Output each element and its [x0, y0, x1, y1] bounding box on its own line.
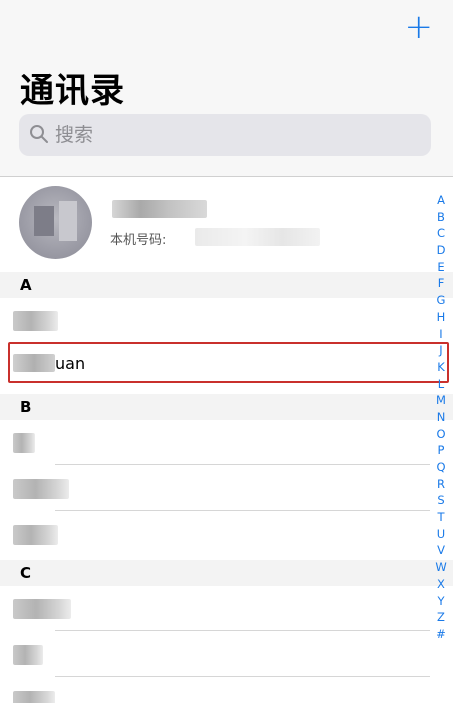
index-letter-v[interactable]: V [432, 542, 450, 559]
my-number-redacted [195, 228, 320, 246]
contact-row[interactable] [0, 679, 430, 703]
index-letter-y[interactable]: Y [432, 593, 450, 610]
search-bar[interactable] [19, 114, 431, 156]
index-letter-j[interactable]: J [432, 342, 450, 359]
index-letter-w[interactable]: W [432, 559, 450, 576]
index-letter-f[interactable]: F [432, 275, 450, 292]
contact-row[interactable] [0, 299, 430, 343]
index-letter-h[interactable]: H [432, 309, 450, 326]
contact-name-redacted [13, 311, 58, 331]
index-letter-hash[interactable]: # [432, 626, 450, 643]
alphabet-index-bar[interactable]: A B C D E F G H I J K L M N O P Q R S T … [432, 192, 450, 643]
section-header-b: B [0, 394, 453, 420]
index-letter-q[interactable]: Q [432, 459, 450, 476]
avatar [19, 186, 92, 259]
my-number-label: 本机号码: [110, 233, 167, 248]
contact-name-redacted [13, 599, 71, 619]
index-letter-k[interactable]: K [432, 359, 450, 376]
my-name-redacted [112, 200, 207, 218]
contact-row[interactable] [0, 587, 430, 631]
section-header-a: A [0, 272, 453, 298]
contact-row[interactable] [0, 633, 430, 677]
index-letter-p[interactable]: P [432, 442, 450, 459]
contact-row[interactable] [0, 467, 430, 511]
search-input[interactable] [55, 114, 415, 156]
index-letter-s[interactable]: S [432, 492, 450, 509]
contact-name-redacted [13, 645, 43, 665]
index-letter-z[interactable]: Z [432, 609, 450, 626]
index-letter-m[interactable]: M [432, 392, 450, 409]
section-header-c: C [0, 560, 453, 586]
index-letter-g[interactable]: G [432, 292, 450, 309]
index-letter-r[interactable]: R [432, 476, 450, 493]
contact-name-redacted [13, 691, 55, 703]
my-card[interactable]: 本机号码: [0, 178, 420, 268]
index-letter-b[interactable]: B [432, 209, 450, 226]
add-contact-button[interactable]: + [405, 10, 434, 44]
index-letter-t[interactable]: T [432, 509, 450, 526]
contact-name-redacted [13, 433, 35, 453]
navigation-header: + 通讯录 [0, 0, 453, 177]
index-letter-n[interactable]: N [432, 409, 450, 426]
contact-name-redacted [13, 479, 69, 499]
index-letter-x[interactable]: X [432, 576, 450, 593]
highlight-box [8, 342, 449, 383]
page-title: 通讯录 [20, 71, 125, 111]
index-letter-e[interactable]: E [432, 259, 450, 276]
index-letter-a[interactable]: A [432, 192, 450, 209]
contact-row[interactable] [0, 513, 430, 557]
index-letter-u[interactable]: U [432, 526, 450, 543]
index-letter-i[interactable]: I [432, 326, 450, 343]
search-icon [30, 125, 48, 143]
index-letter-o[interactable]: O [432, 426, 450, 443]
contact-name-redacted [13, 525, 58, 545]
contact-row[interactable] [0, 421, 430, 465]
index-letter-c[interactable]: C [432, 225, 450, 242]
index-letter-l[interactable]: L [432, 376, 450, 393]
index-letter-d[interactable]: D [432, 242, 450, 259]
